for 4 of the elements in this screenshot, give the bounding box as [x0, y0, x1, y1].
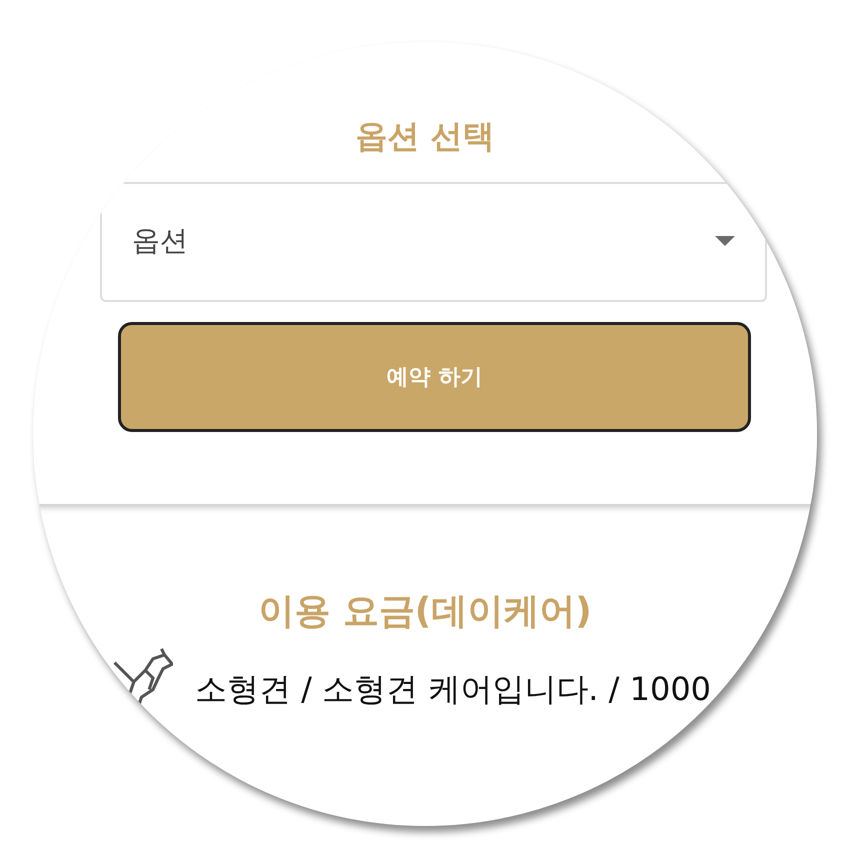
section-title: 옵션 선택	[354, 116, 496, 157]
caret-icon	[715, 236, 735, 246]
section-title: 이용 요금(데이케어)	[257, 590, 593, 634]
price-text: 소형견 / 소형견 케어입니다. / 1000	[195, 669, 712, 710]
